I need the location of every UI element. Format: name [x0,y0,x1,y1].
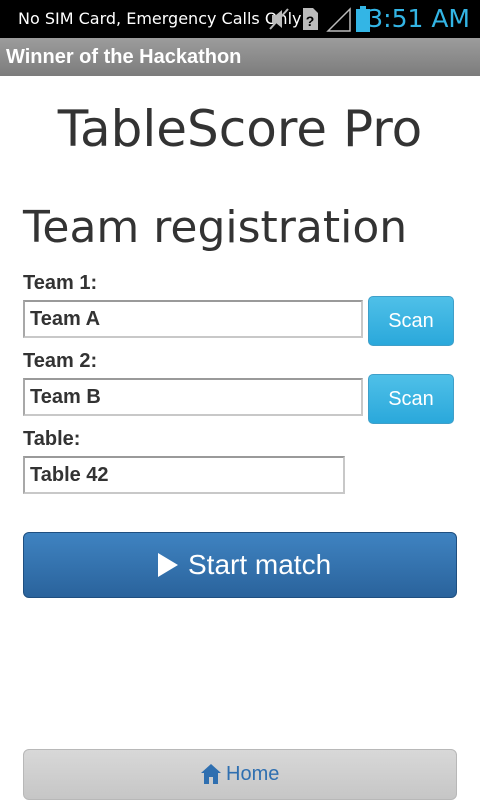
home-label: Home [226,763,280,785]
table-label: Table: [23,428,81,450]
signal-icon [326,7,351,32]
home-icon [201,764,221,784]
team2-input[interactable] [23,378,363,416]
team2-label: Team 2: [23,350,98,372]
title-bar: Winner of the Hackathon [0,38,480,76]
app-screen: No SIM Card, Emergency Calls Only ? 3:51… [0,0,480,800]
app-title: TableScore Pro [57,100,423,158]
muted-icon [269,8,289,30]
start-match-button[interactable]: Start match [23,532,457,598]
team2-scan-button[interactable]: Scan [368,374,454,424]
svg-text:?: ? [306,13,315,29]
play-icon [158,553,178,577]
team1-input[interactable] [23,300,363,338]
home-button[interactable]: Home [23,749,457,800]
section-title: Team registration [23,202,408,253]
start-match-label: Start match [188,549,332,580]
table-input[interactable] [23,456,345,494]
no-sim-icon: ? [303,8,318,30]
status-bar: No SIM Card, Emergency Calls Only ? 3:51… [0,0,480,38]
carrier-status-text: No SIM Card, Emergency Calls Only [18,9,302,28]
team1-label: Team 1: [23,272,98,294]
window-title: Winner of the Hackathon [6,46,242,68]
team1-scan-button[interactable]: Scan [368,296,454,346]
status-time: 3:51 AM [367,4,470,33]
